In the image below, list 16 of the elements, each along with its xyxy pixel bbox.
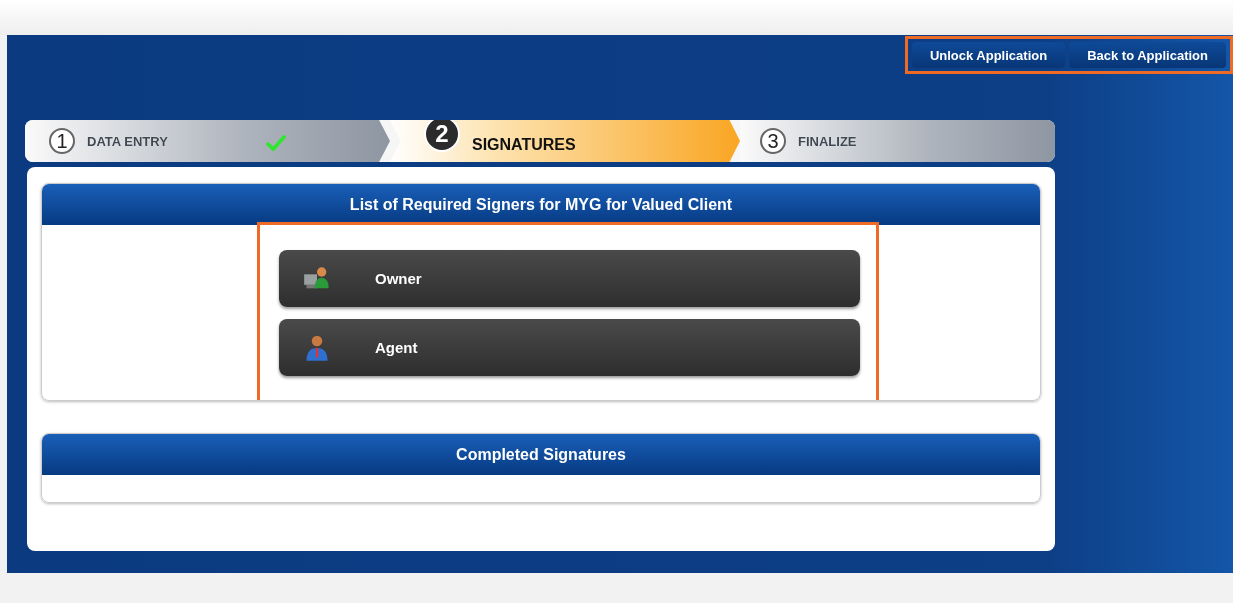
- panel-title: Completed Signatures: [42, 434, 1040, 475]
- header-button[interactable]: Unlock Application: [911, 42, 1066, 68]
- step-label: FINALIZE: [798, 133, 857, 149]
- step-number: 2: [424, 120, 460, 152]
- step-tab[interactable]: 2 SIGNATURES: [390, 120, 740, 162]
- check-icon: [265, 133, 287, 151]
- step-number: 1: [49, 128, 75, 154]
- signer-button[interactable]: Agent: [279, 319, 860, 376]
- step-tab[interactable]: 1 DATA ENTRY: [25, 120, 390, 162]
- step-tab[interactable]: 3 FINALIZE: [740, 120, 1055, 162]
- step-number: 3: [760, 128, 786, 154]
- panel-title: List of Required Signers for MYG for Valued Client: [42, 184, 1040, 225]
- signer-button[interactable]: Owner: [279, 250, 860, 307]
- step-label: SIGNATURES: [472, 136, 576, 154]
- step-label: DATA ENTRY: [87, 133, 168, 149]
- header-button[interactable]: Back to Application: [1069, 42, 1226, 68]
